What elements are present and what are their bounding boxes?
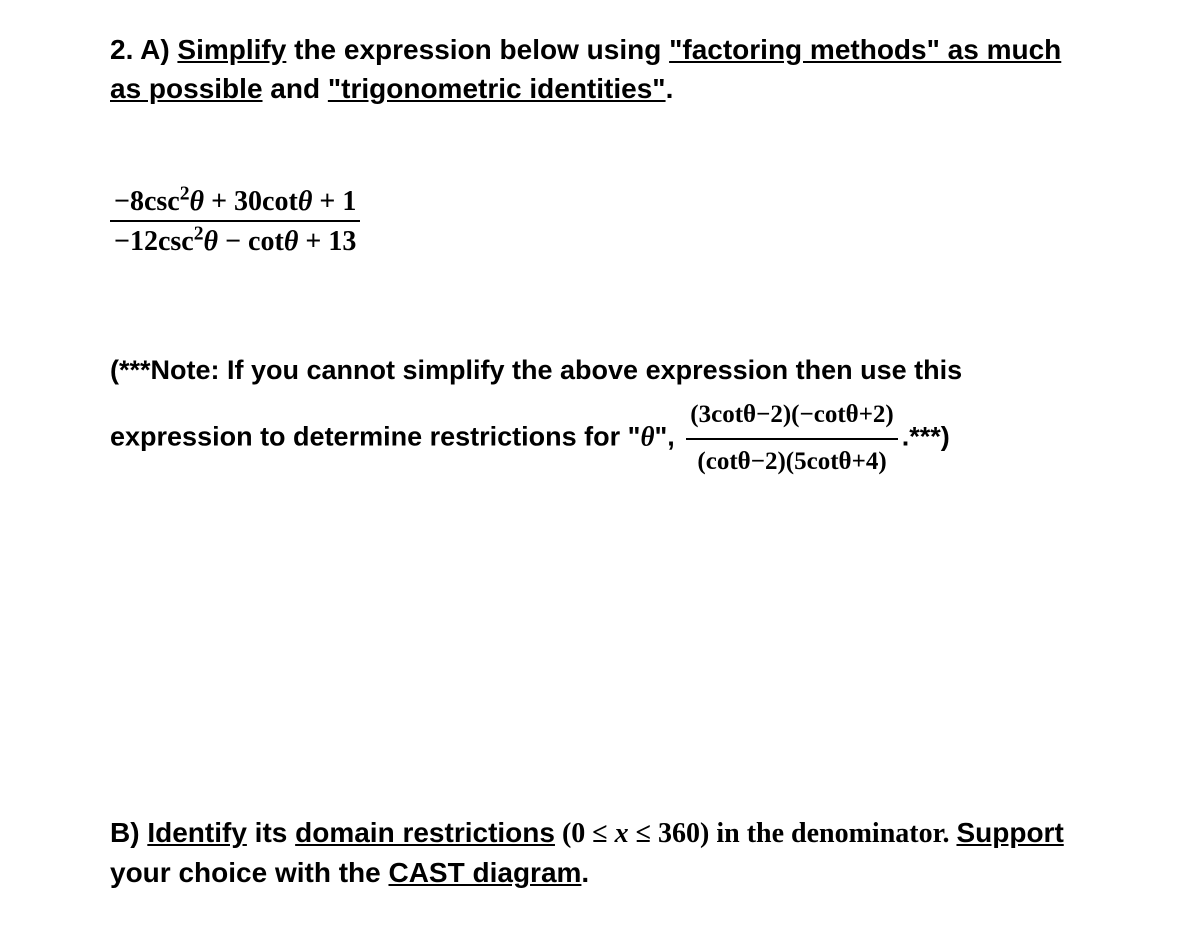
question-2a-header: 2. A) Simplify the expression below usin… (110, 30, 1090, 108)
partb-x: x (615, 818, 629, 849)
fraction-denominator: −12csc2θ − cotθ + 13 (110, 220, 360, 258)
note-fraction: (3cotθ−2)(−cotθ+2)(cotθ−2)(5cotθ+4) (686, 394, 897, 483)
header-trig: "trigonometric identities" (328, 73, 666, 104)
partb-mid2: your choice with the (110, 857, 388, 888)
main-fraction: −8csc2θ + 30cotθ + 1 −12csc2θ − cotθ + 1… (110, 186, 360, 258)
header-mid2: and (263, 73, 328, 104)
question-2b: B) Identify its domain restrictions (0 ≤… (110, 813, 1090, 892)
partb-range: (0 ≤ (555, 818, 615, 849)
header-simplify: Simplify (177, 34, 286, 65)
note-frac-den: (cotθ−2)(5cotθ+4) (686, 438, 897, 484)
note-mid: ", (654, 422, 682, 452)
partb-period: . (581, 857, 589, 888)
partb-identify: Identify (147, 817, 247, 848)
partb-support: Support (956, 817, 1063, 848)
header-mid1: the expression below using (286, 34, 669, 65)
note-suffix: .***) (902, 422, 950, 452)
partb-domain: domain restrictions (295, 817, 555, 848)
main-expression: −8csc2θ + 30cotθ + 1 −12csc2θ − cotθ + 1… (110, 186, 1090, 258)
partb-cast: CAST diagram (388, 857, 581, 888)
fraction-numerator: −8csc2θ + 30cotθ + 1 (110, 186, 360, 220)
note-theta: θ (640, 422, 654, 452)
partb-prefix: B) (110, 817, 147, 848)
header-period: . (666, 73, 674, 104)
partb-range2: ≤ 360) in the denominator. (629, 818, 957, 849)
note-text: (***Note: If you cannot simplify the abo… (110, 348, 1090, 483)
header-prefix: 2. A) (110, 34, 177, 65)
partb-mid1: its (247, 817, 295, 848)
note-frac-num: (3cotθ−2)(−cotθ+2) (686, 394, 897, 438)
